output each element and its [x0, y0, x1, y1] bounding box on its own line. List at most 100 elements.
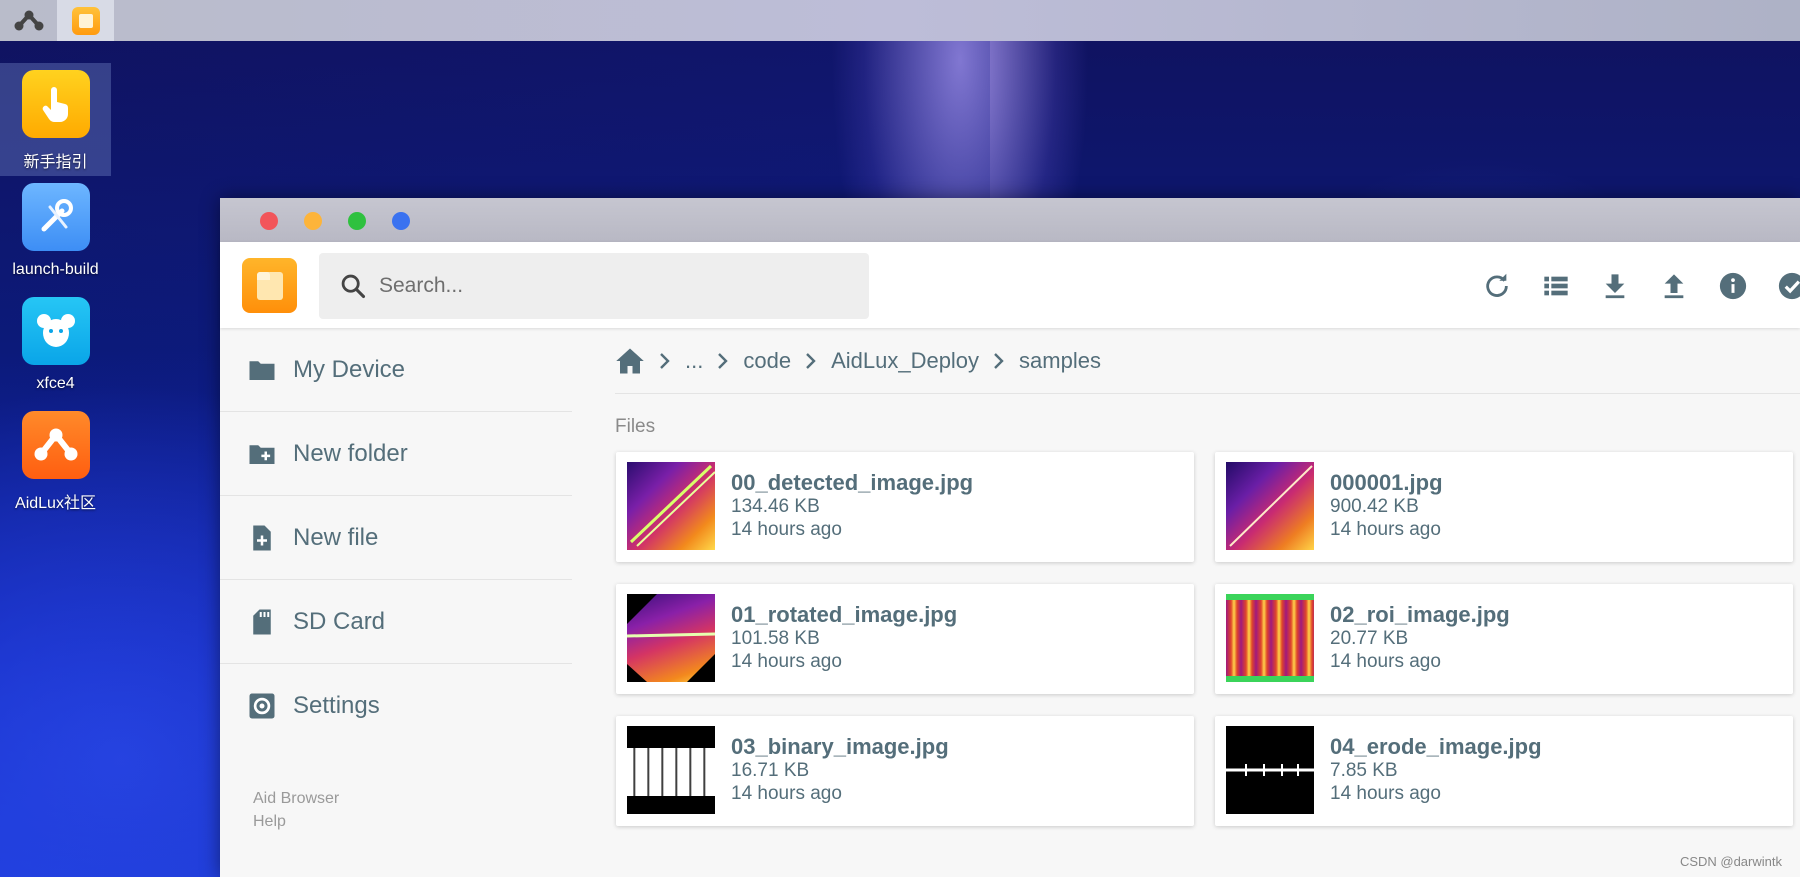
sidebar-item-label: Settings [293, 692, 380, 719]
list-view-button[interactable] [1536, 266, 1576, 306]
chevron-right-icon [805, 352, 817, 370]
file-name: 000001.jpg [1330, 470, 1443, 495]
sidebar-item-my-device[interactable]: My Device [220, 328, 572, 412]
sidebar-item-settings[interactable]: Settings [220, 664, 572, 748]
sidebar-item-label: New file [293, 523, 379, 551]
window-titlebar[interactable] [220, 198, 1800, 242]
file-modified: 14 hours ago [731, 651, 842, 672]
files-section-label: Files [615, 416, 656, 437]
file-size: 101.58 KB [731, 628, 820, 649]
download-icon [1605, 274, 1625, 299]
file-modified: 14 hours ago [1330, 519, 1441, 540]
desktop-icon-label: AidLux社区 [15, 495, 96, 512]
file-card[interactable]: 03_binary_image.jpg 16.71 KB 14 hours ag… [616, 716, 1194, 826]
file-card[interactable]: 000001.jpg 900.42 KB 14 hours ago [1215, 452, 1793, 562]
file-name: 02_roi_image.jpg [1330, 602, 1510, 627]
breadcrumb: ... code AidLux_Deploy samples [615, 328, 1800, 394]
file-thumbnail [1226, 594, 1314, 682]
sidebar: My Device New folder New file SD Card Se… [220, 328, 572, 877]
breadcrumb-item[interactable]: code [743, 348, 791, 374]
wrench-pencil-icon [21, 183, 90, 251]
file-thumbnail [627, 462, 715, 550]
file-card[interactable]: 00_detected_image.jpg 134.46 KB 14 hours… [616, 452, 1194, 562]
select-check-icon [1778, 272, 1800, 300]
file-thumbnail [627, 594, 715, 682]
desktop-icon-xfce4[interactable]: xfce4 [0, 290, 111, 403]
search-bar[interactable] [319, 253, 869, 319]
fullscreen-window-button[interactable] [392, 212, 410, 230]
sidebar-item-sd-card[interactable]: SD Card [220, 580, 572, 664]
download-button[interactable] [1595, 266, 1635, 306]
settings-icon [249, 693, 275, 719]
home-icon[interactable] [615, 347, 645, 375]
file-modified: 14 hours ago [731, 519, 842, 540]
breadcrumb-item[interactable]: samples [1019, 348, 1101, 374]
sidebar-item-new-file[interactable]: New file [220, 496, 572, 580]
file-card[interactable]: 01_rotated_image.jpg 101.58 KB 14 hours … [616, 584, 1194, 694]
file-modified: 14 hours ago [1330, 783, 1441, 804]
file-thumbnail [627, 726, 715, 814]
file-size: 20.77 KB [1330, 628, 1409, 649]
info-icon [1719, 272, 1747, 300]
desktop-icon-label: 新手指引 [23, 154, 88, 171]
desktop-icon-launch-build[interactable]: launch-build [0, 176, 111, 289]
list-view-icon [1544, 276, 1568, 296]
sidebar-item-label: My Device [293, 355, 406, 383]
file-name: 04_erode_image.jpg [1330, 734, 1542, 759]
chevron-right-icon [993, 352, 1005, 370]
file-size: 16.71 KB [731, 760, 810, 781]
file-card[interactable]: 02_roi_image.jpg 20.77 KB 14 hours ago [1215, 584, 1793, 694]
aidlux-menu-icon [14, 10, 43, 30]
files-app-logo [242, 258, 297, 313]
file-card[interactable]: 04_erode_image.jpg 7.85 KB 14 hours ago [1215, 716, 1793, 826]
refresh-icon [1486, 273, 1508, 297]
chevron-right-icon [659, 352, 671, 370]
files-app-button[interactable] [57, 0, 114, 41]
close-window-button[interactable] [260, 212, 278, 230]
upload-icon [1664, 274, 1684, 299]
desktop-icon-guide[interactable]: 新手指引 [0, 63, 111, 176]
mouse-icon [21, 297, 90, 365]
help-link[interactable]: Help [253, 813, 286, 831]
desktop-icon-label: xfce4 [36, 375, 75, 392]
taskbar [0, 0, 1800, 41]
file-size: 7.85 KB [1330, 760, 1398, 781]
sidebar-item-new-folder[interactable]: New folder [220, 412, 572, 496]
file-browser-window: My Device New folder New file SD Card [220, 198, 1800, 877]
files-app-icon [71, 6, 100, 35]
breadcrumb-item[interactable]: AidLux_Deploy [831, 348, 979, 374]
desktop-icon-label: launch-build [12, 261, 99, 278]
file-size: 134.46 KB [731, 496, 820, 517]
desktop-icon-aidlux[interactable]: AidLux社区 [0, 404, 111, 517]
refresh-button[interactable] [1477, 266, 1517, 306]
watermark: CSDN @darwintk [1679, 854, 1782, 869]
file-name: 00_detected_image.jpg [731, 470, 974, 495]
aidlux-logo-icon [21, 411, 90, 479]
app-header [220, 242, 1800, 328]
sd-card-icon [253, 609, 271, 634]
new-file-icon [253, 525, 271, 550]
minimize-window-button[interactable] [304, 212, 322, 230]
file-size: 900.42 KB [1330, 496, 1419, 517]
info-button[interactable] [1713, 266, 1753, 306]
search-icon [341, 274, 366, 299]
aid-browser-link[interactable]: Aid Browser [253, 790, 339, 808]
file-name: 03_binary_image.jpg [731, 734, 949, 759]
maximize-window-button[interactable] [348, 212, 366, 230]
sidebar-item-label: SD Card [293, 607, 386, 635]
file-modified: 14 hours ago [1330, 651, 1441, 672]
file-modified: 14 hours ago [731, 783, 842, 804]
upload-button[interactable] [1654, 266, 1694, 306]
hand-pointer-icon [21, 70, 90, 138]
aidlux-menu-button[interactable] [0, 0, 57, 41]
select-button[interactable] [1772, 266, 1800, 306]
file-name: 01_rotated_image.jpg [731, 602, 958, 627]
folder-icon [249, 360, 275, 380]
search-input[interactable] [379, 274, 819, 298]
chevron-right-icon [717, 352, 729, 370]
sidebar-item-label: New folder [293, 439, 408, 467]
file-thumbnail [1226, 462, 1314, 550]
file-thumbnail [1226, 726, 1314, 814]
breadcrumb-item[interactable]: ... [685, 348, 703, 374]
new-folder-icon [249, 444, 275, 464]
